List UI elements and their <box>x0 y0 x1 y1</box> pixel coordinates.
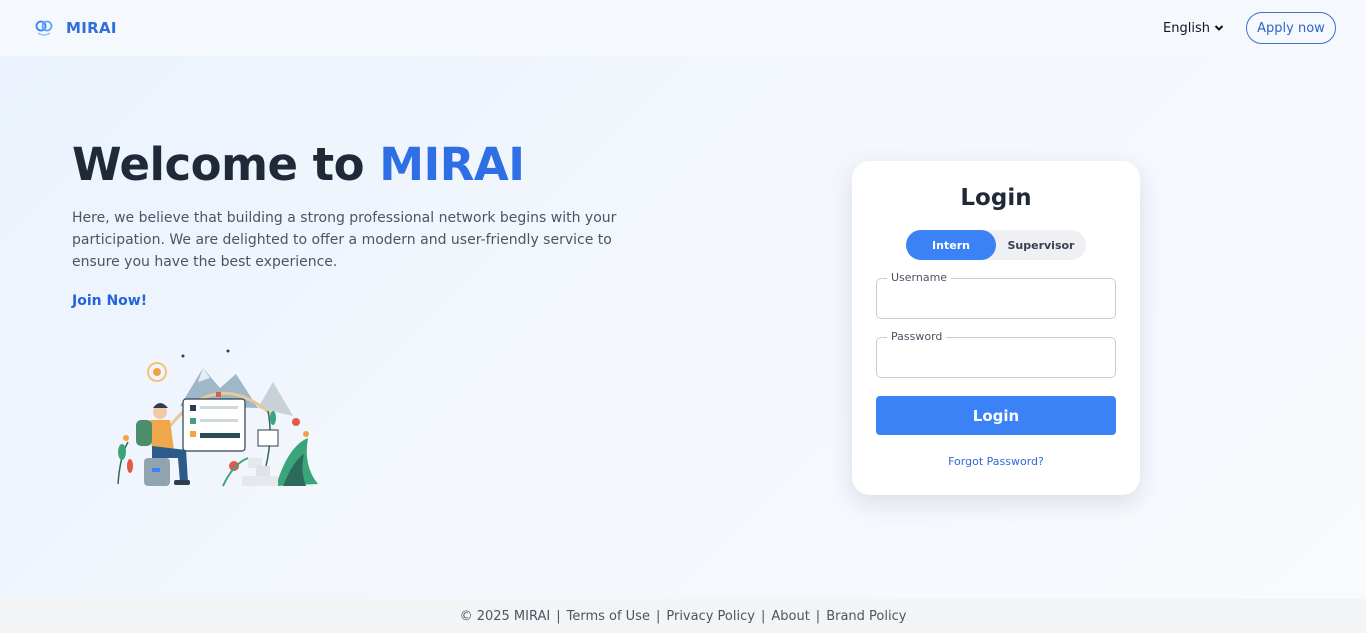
login-title: Login <box>960 185 1032 211</box>
username-field-wrapper: Username <box>876 271 1116 319</box>
top-header: MIRAI English Apply now <box>0 0 1366 56</box>
join-now-link[interactable]: Join Now! <box>72 293 147 309</box>
language-label: English <box>1163 20 1210 36</box>
footer-copyright: © 2025 MIRAI <box>459 608 551 624</box>
footer-separator: | <box>815 608 821 624</box>
brand-name: MIRAI <box>66 19 117 37</box>
footer-separator: | <box>556 608 561 624</box>
footer-terms-link[interactable]: Terms of Use <box>567 609 650 624</box>
hero-section: Welcome to MIRAI Here, we believe that b… <box>72 138 672 309</box>
brand[interactable]: MIRAI <box>34 19 117 37</box>
header-actions: English Apply now <box>1163 12 1336 44</box>
footer: © 2025 MIRAI | Terms of Use | Privacy Po… <box>0 599 1366 633</box>
password-input[interactable] <box>877 338 1115 377</box>
login-card: Login Intern Supervisor Username Passwor… <box>852 161 1140 495</box>
hero-title: Welcome to MIRAI <box>72 138 672 191</box>
footer-privacy-link[interactable]: Privacy Policy <box>666 609 755 624</box>
role-intern-tab[interactable]: Intern <box>906 230 996 260</box>
footer-brand-policy-link[interactable]: Brand Policy <box>826 609 906 624</box>
apply-now-button[interactable]: Apply now <box>1246 12 1336 44</box>
footer-separator: | <box>655 608 661 624</box>
hero-illustration <box>117 349 318 487</box>
forgot-password-link[interactable]: Forgot Password? <box>852 455 1140 468</box>
hero-title-accent: MIRAI <box>379 138 525 191</box>
hero-title-prefix: Welcome to <box>72 138 380 191</box>
footer-separator: | <box>760 608 766 624</box>
username-label: Username <box>887 271 952 284</box>
brand-logo-icon <box>35 20 53 36</box>
chevron-down-icon <box>1214 25 1224 31</box>
login-submit-button[interactable]: Login <box>876 396 1116 435</box>
role-supervisor-tab[interactable]: Supervisor <box>996 230 1086 260</box>
hero-description: Here, we believe that building a strong … <box>72 210 617 270</box>
role-toggle: Intern Supervisor <box>906 230 1086 260</box>
password-field-wrapper: Password <box>876 330 1116 378</box>
footer-about-link[interactable]: About <box>771 609 809 624</box>
language-selector[interactable]: English <box>1163 21 1224 36</box>
password-label: Password <box>887 330 947 343</box>
username-input[interactable] <box>877 279 1115 318</box>
